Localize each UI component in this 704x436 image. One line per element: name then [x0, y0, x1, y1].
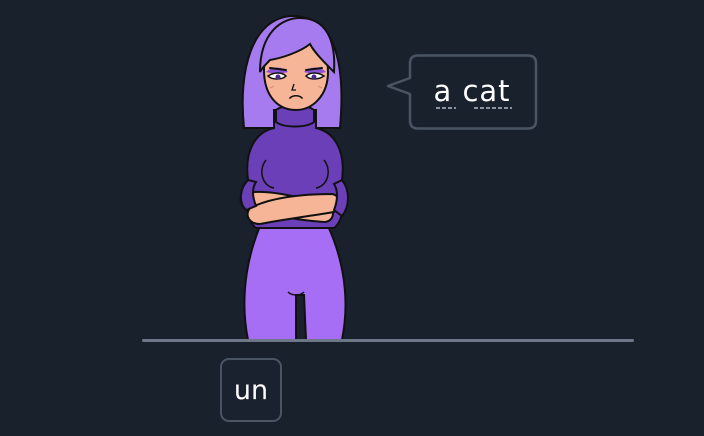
floor-line: [142, 339, 634, 342]
game-scene: a cat un: [0, 0, 704, 436]
sleeve-left: [240, 178, 258, 212]
pupil-right: [311, 74, 317, 80]
pants: [243, 225, 347, 341]
pupil-left: [275, 74, 281, 80]
character-illustration: [239, 14, 349, 341]
word-underline-dashes: [436, 107, 512, 109]
word-choice-button[interactable]: un: [220, 358, 282, 422]
speech-text: a cat: [433, 74, 511, 108]
